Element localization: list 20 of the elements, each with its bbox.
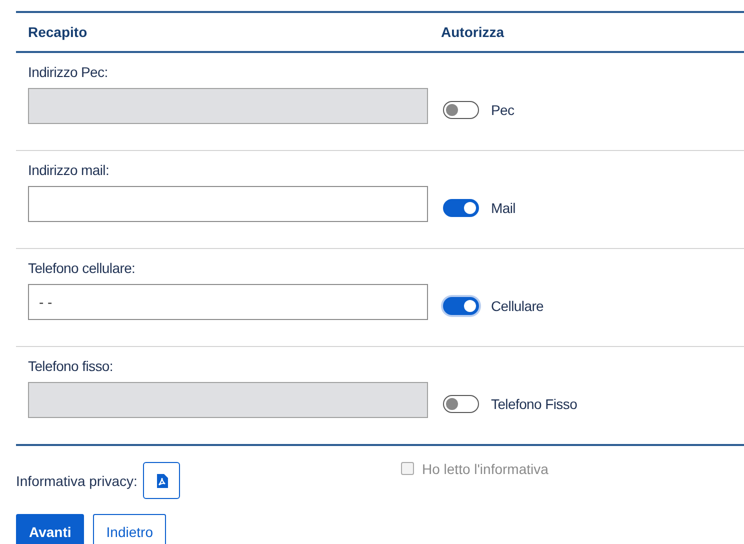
pdf-button[interactable]	[143, 462, 180, 499]
field-label: Telefono cellulare:	[28, 260, 136, 276]
column-header: Autorizza	[441, 24, 504, 40]
next-button[interactable]: Avanti	[16, 514, 84, 544]
toggle-label: Pec	[491, 102, 514, 118]
privacy-label: Informativa privacy:	[16, 472, 138, 488]
toggle-switch[interactable]	[443, 199, 479, 217]
checkbox-label: Ho letto l'informativa	[422, 460, 548, 476]
input-field[interactable]	[28, 186, 428, 222]
field-label: Indirizzo mail:	[28, 162, 110, 178]
toggle-label: Cellulare	[491, 298, 544, 314]
field-label: Telefono fisso:	[28, 358, 114, 374]
back-button[interactable]: Indietro	[93, 514, 166, 544]
toggle-label: Mail	[491, 200, 516, 216]
toggle-label: Telefono Fisso	[491, 396, 578, 412]
toggle-switch[interactable]	[443, 297, 479, 315]
pdf-icon	[156, 474, 168, 488]
field-label: Indirizzo Pec:	[28, 64, 109, 80]
column-header: Recapito	[27, 24, 88, 40]
input-field[interactable]: - -	[28, 284, 428, 320]
